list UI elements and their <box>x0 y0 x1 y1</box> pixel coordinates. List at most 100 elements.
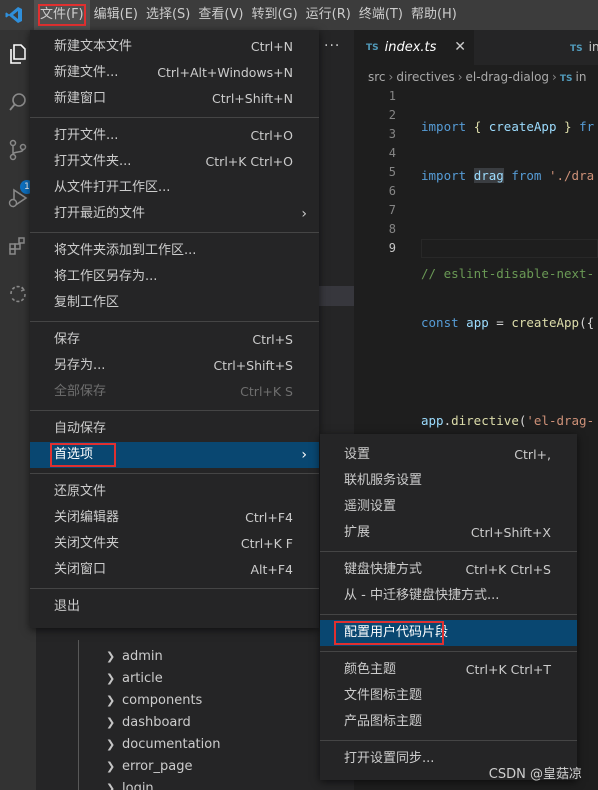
code-line: app.directive('el-drag- <box>421 413 595 428</box>
menu-separator <box>30 410 319 411</box>
menu-file[interactable]: 文件(F) <box>34 0 90 30</box>
chevron-right-icon: ❯ <box>106 738 116 751</box>
tree-folder[interactable]: ❯ error_page <box>106 756 220 778</box>
menu-run[interactable]: 运行(R) <box>302 0 355 30</box>
explorer-icon[interactable] <box>4 40 32 68</box>
tree-folder[interactable]: ❯ login <box>106 778 220 790</box>
menu-item-product-icon-theme[interactable]: 产品图标主题 <box>320 709 577 735</box>
remote-sync-icon[interactable] <box>4 280 32 308</box>
close-icon[interactable]: ✕ <box>454 39 466 55</box>
menu-item-save-all[interactable]: 全部保存 Ctrl+K S <box>30 379 319 405</box>
menu-separator <box>30 321 319 322</box>
line-number: 1 <box>388 89 396 103</box>
menu-view[interactable]: 查看(V) <box>194 0 247 30</box>
menu-item-telemetry-settings[interactable]: 遥测设置 <box>320 494 577 520</box>
line-numbers: 1 2 3 4 5 6 7 8 9 <box>376 87 396 258</box>
menu-item-exit[interactable]: 退出 <box>30 594 319 620</box>
source-control-icon[interactable] <box>4 136 32 164</box>
code-line: import { createApp } fr <box>421 119 595 134</box>
chevron-right-icon: › <box>388 70 394 84</box>
line-number: 3 <box>388 127 396 141</box>
menu-item-keyboard-shortcuts[interactable]: 键盘快捷方式 Ctrl+K Ctrl+S <box>320 557 577 583</box>
menu-item-close-folder[interactable]: 关闭文件夹 Ctrl+K F <box>30 531 319 557</box>
breadcrumb-item[interactable]: el-drag-dialog <box>466 70 550 84</box>
chevron-right-icon: ❯ <box>106 716 116 729</box>
chevron-right-icon: ❯ <box>106 672 116 685</box>
line-number: 4 <box>388 146 396 160</box>
tab-second[interactable]: TS in <box>570 40 598 54</box>
menu-item-close-editor[interactable]: 关闭编辑器 Ctrl+F4 <box>30 505 319 531</box>
menu-item-save[interactable]: 保存 Ctrl+S <box>30 327 319 353</box>
typescript-icon: TS <box>559 74 573 84</box>
sidebar-selected-row[interactable] <box>316 286 354 306</box>
watermark: CSDN @皇菇凉 <box>488 767 582 782</box>
extensions-icon[interactable] <box>4 232 32 260</box>
menu-item-close-window[interactable]: 关闭窗口 Alt+F4 <box>30 557 319 583</box>
menu-bar: 文件(F) 编辑(E) 选择(S) 查看(V) 转到(G) 运行(R) 终端(T… <box>0 0 598 30</box>
chevron-right-icon: › <box>552 70 557 84</box>
menu-item-new-window[interactable]: 新建窗口 Ctrl+Shift+N <box>30 86 319 112</box>
tab-label: index.ts <box>384 40 437 55</box>
menu-item-open-workspace[interactable]: 从文件打开工作区... <box>30 175 319 201</box>
menu-separator <box>320 651 577 652</box>
search-icon[interactable] <box>4 88 32 116</box>
tree-folder[interactable]: ❯ article <box>106 668 220 690</box>
chevron-right-icon: ❯ <box>106 760 116 773</box>
menu-separator <box>320 614 577 615</box>
menu-separator <box>320 551 577 552</box>
tab-index-ts[interactable]: TS index.ts ✕ <box>354 30 474 65</box>
menu-item-auto-save[interactable]: 自动保存 <box>30 416 319 442</box>
menu-item-open-recent[interactable]: 打开最近的文件 › <box>30 201 319 227</box>
menu-item-save-workspace-as[interactable]: 将工作区另存为... <box>30 264 319 290</box>
tab-strip: TS index.ts ✕ TS in <box>354 30 598 65</box>
line-number: 5 <box>388 165 396 179</box>
tree-folder[interactable]: ❯ components <box>106 690 220 712</box>
tree-folder[interactable]: ❯ dashboard <box>106 712 220 734</box>
menu-item-save-as[interactable]: 另存为... Ctrl+Shift+S <box>30 353 319 379</box>
run-debug-icon[interactable] <box>4 184 32 212</box>
chevron-right-icon: ❯ <box>106 650 116 663</box>
menu-separator <box>320 740 577 741</box>
menu-separator <box>30 473 319 474</box>
menu-item-migrate-keyboard-shortcuts[interactable]: 从 - 中迁移键盘快捷方式... <box>320 583 577 609</box>
menu-item-open-folder[interactable]: 打开文件夹... Ctrl+K Ctrl+O <box>30 149 319 175</box>
menu-selection[interactable]: 选择(S) <box>142 0 194 30</box>
tree-folder[interactable]: ❯ admin <box>106 646 220 668</box>
chevron-right-icon: › <box>457 70 463 84</box>
sidebar-more-actions[interactable]: ··· <box>324 38 340 54</box>
menu-item-open-file[interactable]: 打开文件... Ctrl+O <box>30 123 319 149</box>
menu-item-file-icon-theme[interactable]: 文件图标主题 <box>320 683 577 709</box>
menu-edit[interactable]: 编辑(E) <box>90 0 142 30</box>
chevron-right-icon: ❯ <box>106 694 116 707</box>
line-number: 2 <box>388 108 396 122</box>
menu-separator <box>30 117 319 118</box>
menu-item-online-services-settings[interactable]: 联机服务设置 <box>320 468 577 494</box>
typescript-icon: TS <box>366 42 379 53</box>
chevron-right-icon: › <box>301 447 307 463</box>
highlight-box <box>334 621 444 645</box>
menu-terminal[interactable]: 终端(T) <box>355 0 407 30</box>
menu-item-color-theme[interactable]: 颜色主题 Ctrl+K Ctrl+T <box>320 657 577 683</box>
menu-item-extensions[interactable]: 扩展 Ctrl+Shift+X <box>320 520 577 546</box>
menu-item-settings[interactable]: 设置 Ctrl+, <box>320 442 577 468</box>
menu-separator <box>30 232 319 233</box>
line-number: 9 <box>388 241 396 255</box>
menu-item-new-file[interactable]: 新建文件... Ctrl+Alt+Windows+N <box>30 60 319 86</box>
line-number: 6 <box>388 184 396 198</box>
tree-folder[interactable]: ❯ documentation <box>106 734 220 756</box>
menu-item-duplicate-workspace[interactable]: 复制工作区 <box>30 290 319 316</box>
breadcrumb-item[interactable]: in <box>575 70 586 84</box>
menu-item-revert-file[interactable]: 还原文件 <box>30 479 319 505</box>
menu-item-add-folder-to-workspace[interactable]: 将文件夹添加到工作区... <box>30 238 319 264</box>
menu-help[interactable]: 帮助(H) <box>407 0 461 30</box>
menu-item-new-text-file[interactable]: 新建文本文件 Ctrl+N <box>30 34 319 60</box>
line-number: 8 <box>388 222 396 236</box>
file-tree: ❯ admin ❯ article ❯ components ❯ dashboard ❯… <box>106 646 220 790</box>
breadcrumb-item[interactable]: src <box>368 70 386 84</box>
breadcrumb-item[interactable]: directives <box>396 70 454 84</box>
menu-go[interactable]: 转到(G) <box>247 0 301 30</box>
breadcrumb: src › directives › el-drag-dialog › TS in <box>368 70 586 84</box>
code-line: // eslint-disable-next- <box>421 266 595 281</box>
preferences-submenu: 设置 Ctrl+, 联机服务设置 遥测设置 扩展 Ctrl+Shift+X 键盘快捷… <box>320 434 577 780</box>
